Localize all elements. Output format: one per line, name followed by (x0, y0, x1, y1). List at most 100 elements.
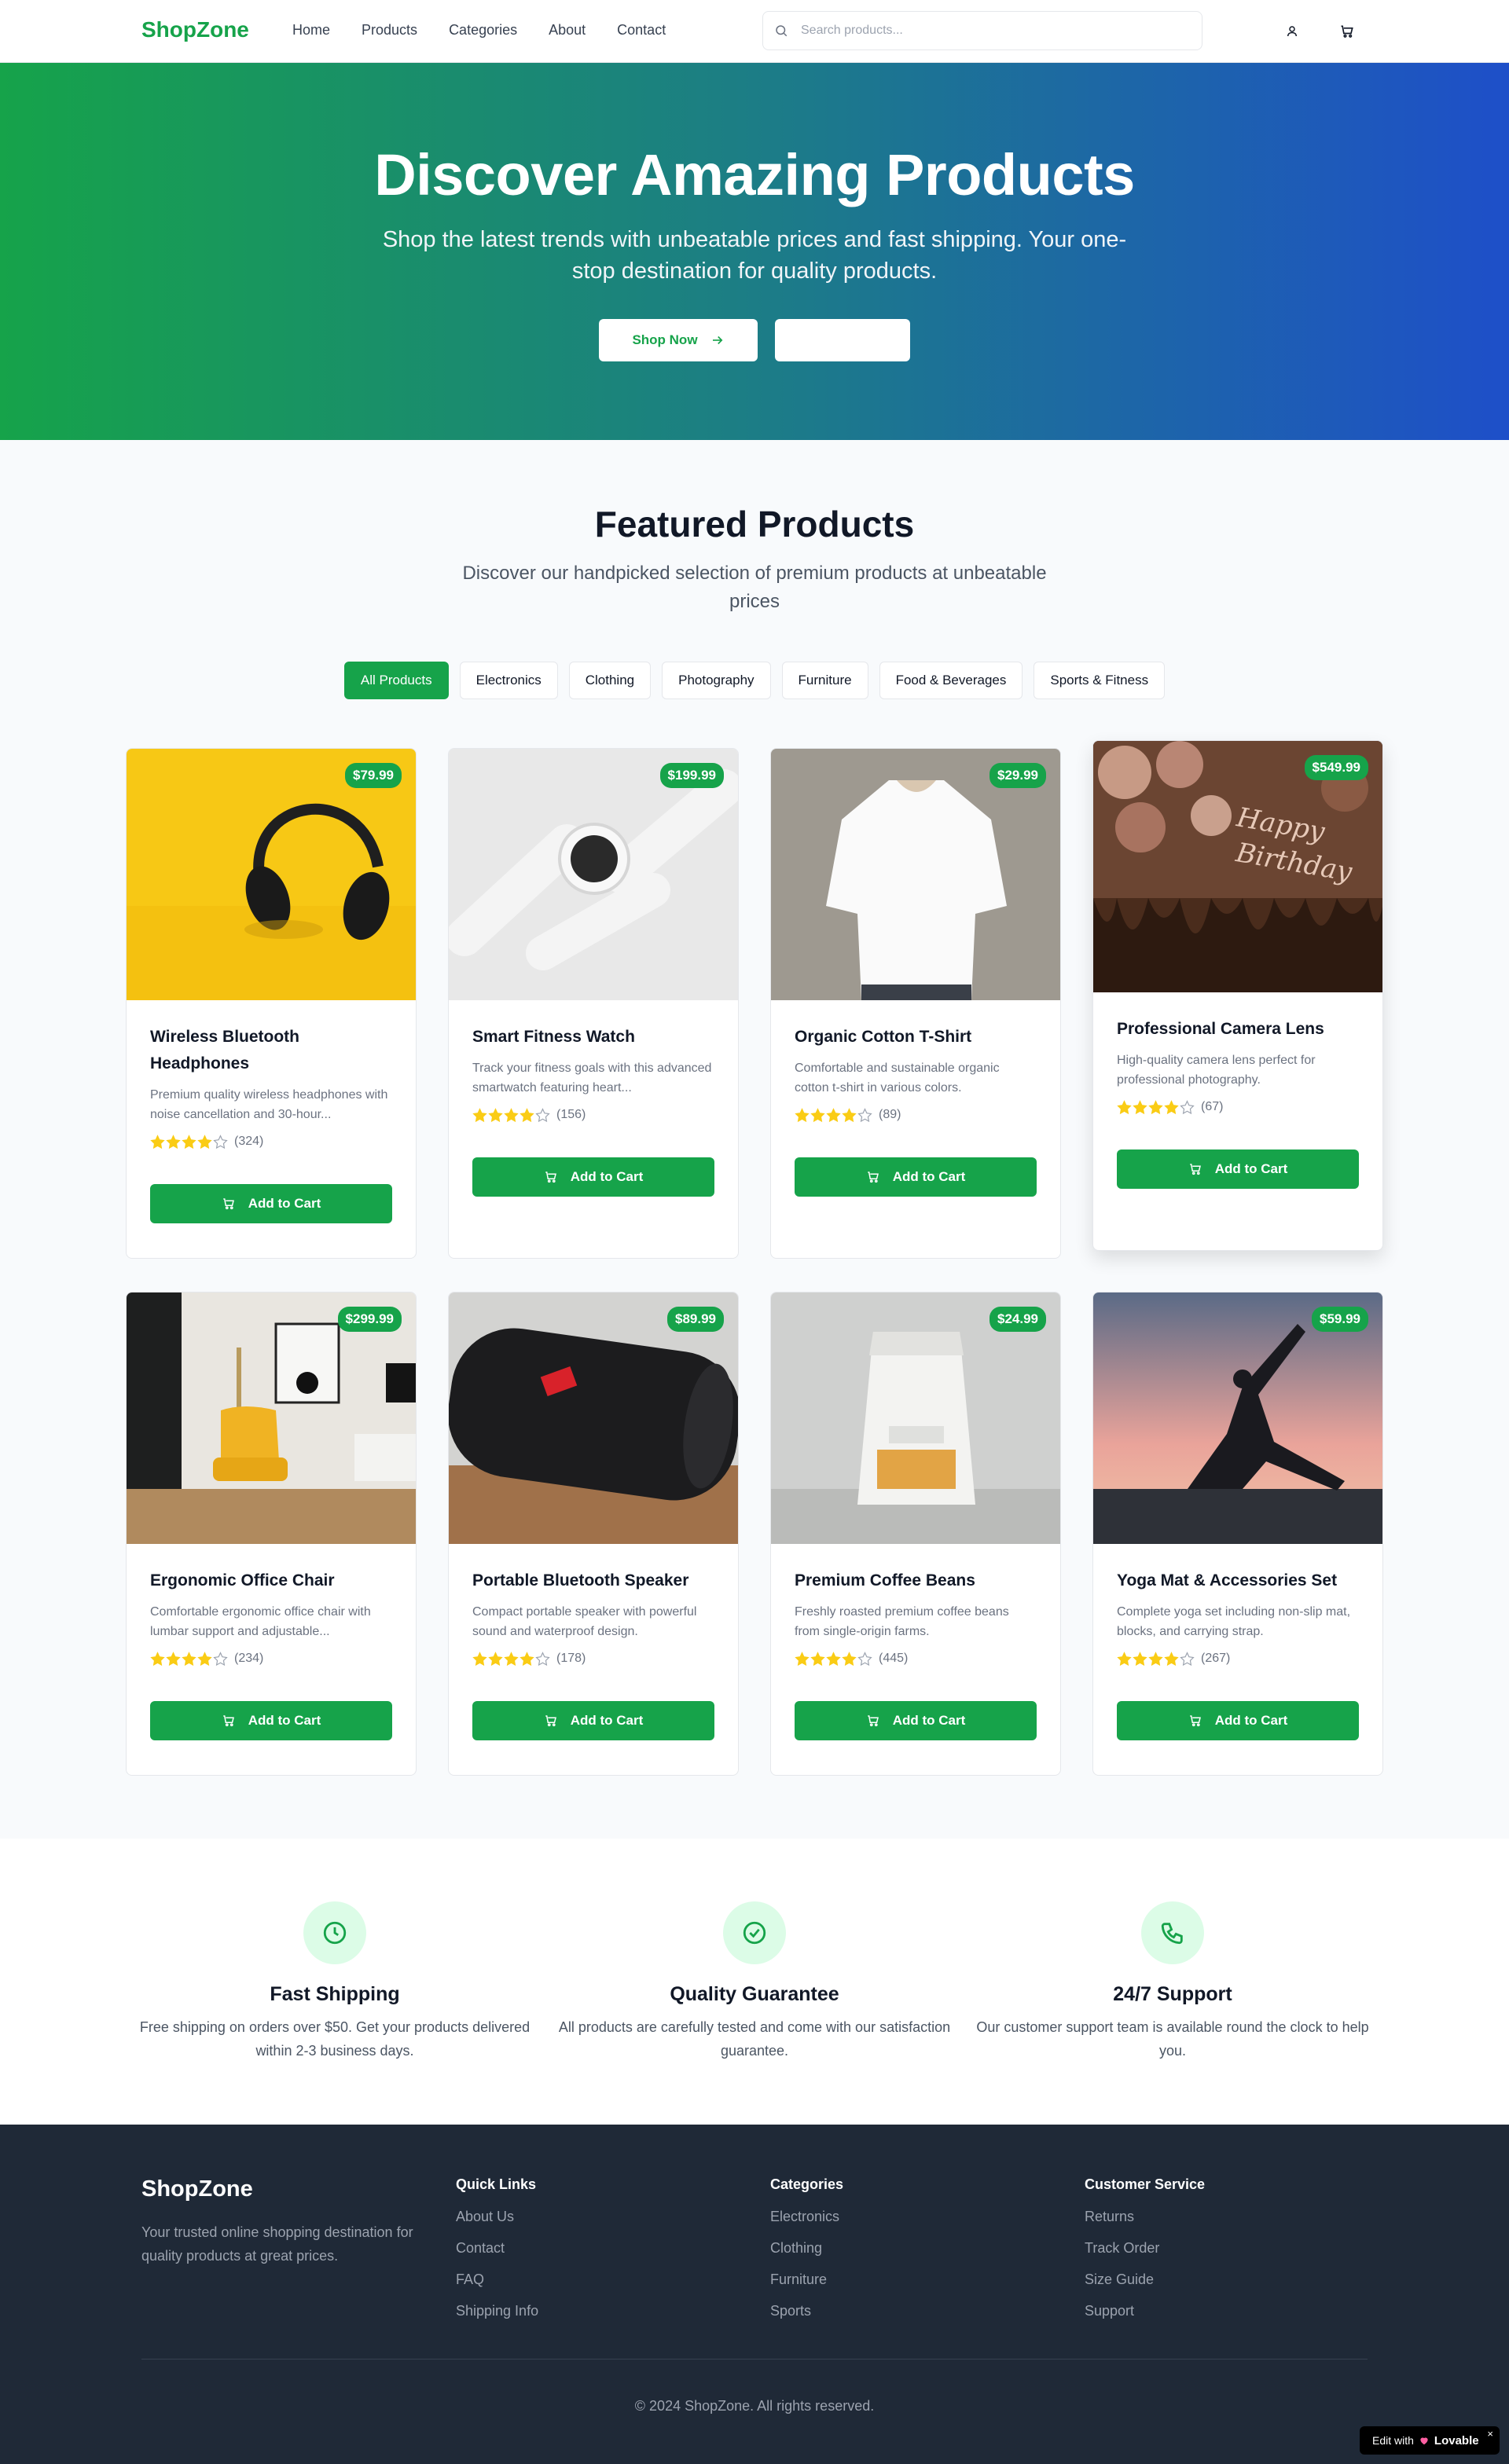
star-filled-icon (842, 1651, 857, 1666)
add-to-cart-label: Add to Cart (570, 1713, 644, 1728)
cart-icon (545, 1715, 556, 1727)
filter-furniture[interactable]: Furniture (781, 662, 868, 699)
product-title[interactable]: Ergonomic Office Chair (150, 1568, 392, 1594)
product-title[interactable]: Portable Bluetooth Speaker (472, 1568, 714, 1594)
brand-logo[interactable]: ShopZone (141, 17, 249, 42)
product-title[interactable]: Professional Camera Lens (1117, 1016, 1359, 1043)
footer-link-clothing[interactable]: Clothing (770, 2240, 843, 2256)
product-image-coffee-beans[interactable]: $24.99 (771, 1292, 1060, 1544)
star-rating (472, 1107, 550, 1123)
user-icon[interactable] (1281, 20, 1303, 42)
add-to-cart-button[interactable]: Add to Cart (472, 1157, 714, 1197)
hero-title: Discover Amazing Products (374, 142, 1135, 207)
product-image-office-chair[interactable]: $299.99 (127, 1292, 416, 1544)
product-card[interactable]: $299.99 Ergonomic Office Chair Comfortab… (126, 1292, 417, 1776)
add-to-cart-button[interactable]: Add to Cart (795, 1157, 1037, 1197)
nav-link-about[interactable]: About (549, 22, 586, 38)
product-description: Complete yoga set including non-slip mat… (1117, 1605, 1351, 1638)
add-to-cart-button[interactable]: Add to Cart (1117, 1701, 1359, 1740)
filter-photography[interactable]: Photography (662, 662, 771, 699)
heart-icon (1420, 2437, 1428, 2445)
star-filled-icon (504, 1107, 519, 1122)
search-input[interactable] (801, 12, 1194, 50)
filter-clothing[interactable]: Clothing (568, 662, 652, 699)
footer-link-support[interactable]: Support (1085, 2303, 1205, 2319)
star-filled-icon (1117, 1651, 1132, 1666)
filter-food-beverages[interactable]: Food & Beverages (879, 662, 1023, 699)
product-image-camera-lens[interactable]: Happy Birthday $549.99 (1093, 741, 1382, 992)
product-card[interactable]: $199.99 Smart Fitness Watch Track your f… (448, 748, 739, 1259)
nav-link-products[interactable]: Products (362, 22, 417, 38)
edit-with-lovable-badge[interactable]: Edit with Lovable × (1360, 2426, 1500, 2455)
product-title[interactable]: Wireless Bluetooth Headphones (150, 1024, 392, 1077)
price-badge: $199.99 (659, 763, 724, 788)
add-to-cart-button[interactable]: Add to Cart (472, 1701, 714, 1740)
filter-all-products[interactable]: All Products (343, 662, 449, 699)
product-card[interactable]: $79.99 Wireless Bluetooth Headphones Pre… (126, 748, 417, 1259)
price-badge: $549.99 (1304, 755, 1368, 780)
add-to-cart-button[interactable]: Add to Cart (1117, 1150, 1359, 1189)
nav-link-categories[interactable]: Categories (449, 22, 517, 38)
product-card[interactable]: $29.99 Organic Cotton T-Shirt Comfortabl… (770, 748, 1061, 1259)
star-filled-icon (504, 1651, 519, 1666)
cart-icon (222, 1198, 234, 1210)
secondary-hero-button[interactable] (775, 319, 910, 361)
footer-link-furniture[interactable]: Furniture (770, 2272, 843, 2287)
arrow-right-icon (712, 336, 722, 345)
star-filled-icon (150, 1134, 165, 1149)
product-description: Premium quality wireless headphones with… (150, 1088, 388, 1121)
footer-quick-links: Quick Links About Us Contact FAQ Shippin… (456, 2176, 538, 2334)
price-badge: $59.99 (1312, 1307, 1368, 1332)
product-title[interactable]: Smart Fitness Watch (472, 1024, 714, 1050)
review-count: (89) (879, 1108, 901, 1121)
product-description: Track your fitness goals with this advan… (472, 1062, 712, 1094)
footer-link-sports[interactable]: Sports (770, 2303, 843, 2319)
product-image-speaker[interactable]: $89.99 (449, 1292, 738, 1544)
star-empty-icon (213, 1651, 228, 1666)
star-filled-icon (1148, 1651, 1163, 1666)
review-count: (178) (556, 1652, 586, 1665)
product-card[interactable]: $59.99 Yoga Mat & Accessories Set Comple… (1092, 1292, 1383, 1776)
product-image-watch[interactable]: $199.99 (449, 749, 738, 1000)
star-filled-icon (795, 1651, 810, 1666)
close-icon[interactable]: × (1487, 2428, 1493, 2440)
footer-link-size-guide[interactable]: Size Guide (1085, 2272, 1205, 2287)
nav-link-home[interactable]: Home (292, 22, 330, 38)
footer-link-returns[interactable]: Returns (1085, 2209, 1205, 2224)
add-to-cart-button[interactable]: Add to Cart (150, 1184, 392, 1223)
footer-link-contact[interactable]: Contact (456, 2240, 538, 2256)
star-rating (1117, 1651, 1195, 1666)
add-to-cart-button[interactable]: Add to Cart (150, 1701, 392, 1740)
filter-electronics[interactable]: Electronics (459, 662, 558, 699)
feature-quality-guarantee: Quality Guarantee All products are caref… (558, 1901, 951, 2062)
product-title[interactable]: Yoga Mat & Accessories Set (1117, 1568, 1359, 1594)
product-image-yoga-set[interactable]: $59.99 (1093, 1292, 1382, 1544)
cart-icon (545, 1172, 556, 1183)
product-image-headphones[interactable]: $79.99 (127, 749, 416, 1000)
product-title[interactable]: Premium Coffee Beans (795, 1568, 1037, 1594)
footer-link-about-us[interactable]: About Us (456, 2209, 538, 2224)
footer-tagline: Your trusted online shopping destination… (141, 2224, 413, 2264)
add-to-cart-button[interactable]: Add to Cart (795, 1701, 1037, 1740)
star-filled-icon (182, 1651, 196, 1666)
footer-link-electronics[interactable]: Electronics (770, 2209, 843, 2224)
nav-link-contact[interactable]: Contact (617, 22, 666, 38)
feature-text: All products are carefully tested and co… (558, 2019, 951, 2059)
footer-link-shipping-info[interactable]: Shipping Info (456, 2303, 538, 2319)
shop-now-button[interactable]: Shop Now (599, 319, 758, 361)
footer-link-track-order[interactable]: Track Order (1085, 2240, 1205, 2256)
feature-text: Free shipping on orders over $50. Get yo… (139, 2019, 531, 2059)
price-badge: $29.99 (989, 763, 1046, 788)
product-card[interactable]: Happy Birthday $549.99 Professional Came… (1092, 740, 1383, 1251)
footer-link-faq[interactable]: FAQ (456, 2272, 538, 2287)
cart-icon[interactable] (1336, 20, 1358, 42)
product-card[interactable]: $89.99 Portable Bluetooth Speaker Compac… (448, 1292, 739, 1776)
product-image-tshirt[interactable]: $29.99 (771, 749, 1060, 1000)
review-count: (267) (1201, 1652, 1231, 1665)
filter-sports-fitness[interactable]: Sports & Fitness (1034, 662, 1166, 699)
product-title[interactable]: Organic Cotton T-Shirt (795, 1024, 1037, 1050)
product-card[interactable]: $24.99 Premium Coffee Beans Freshly roas… (770, 1292, 1061, 1776)
star-filled-icon (826, 1107, 841, 1122)
star-empty-icon (1180, 1651, 1195, 1666)
star-empty-icon (857, 1651, 872, 1666)
